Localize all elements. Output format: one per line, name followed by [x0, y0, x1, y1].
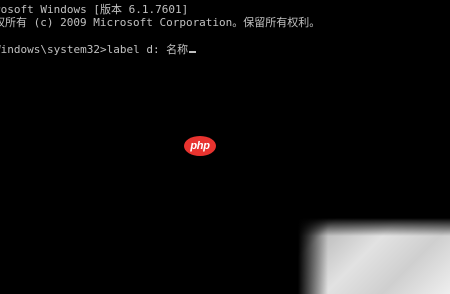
console-command-line[interactable]: Windows\system32>label d: 名称 [0, 43, 197, 56]
blurred-desktop-background [298, 218, 450, 294]
console-copyright-line: 权所有 (c) 2009 Microsoft Corporation。保留所有权… [0, 16, 321, 29]
console-command-text: Windows\system32>label d: 名称 [0, 43, 189, 56]
php-logo-text: php [190, 140, 210, 152]
console-version-line: rosoft Windows [版本 6.1.7601] [0, 3, 189, 16]
text-cursor [189, 51, 197, 53]
php-logo-watermark: php [184, 136, 216, 156]
